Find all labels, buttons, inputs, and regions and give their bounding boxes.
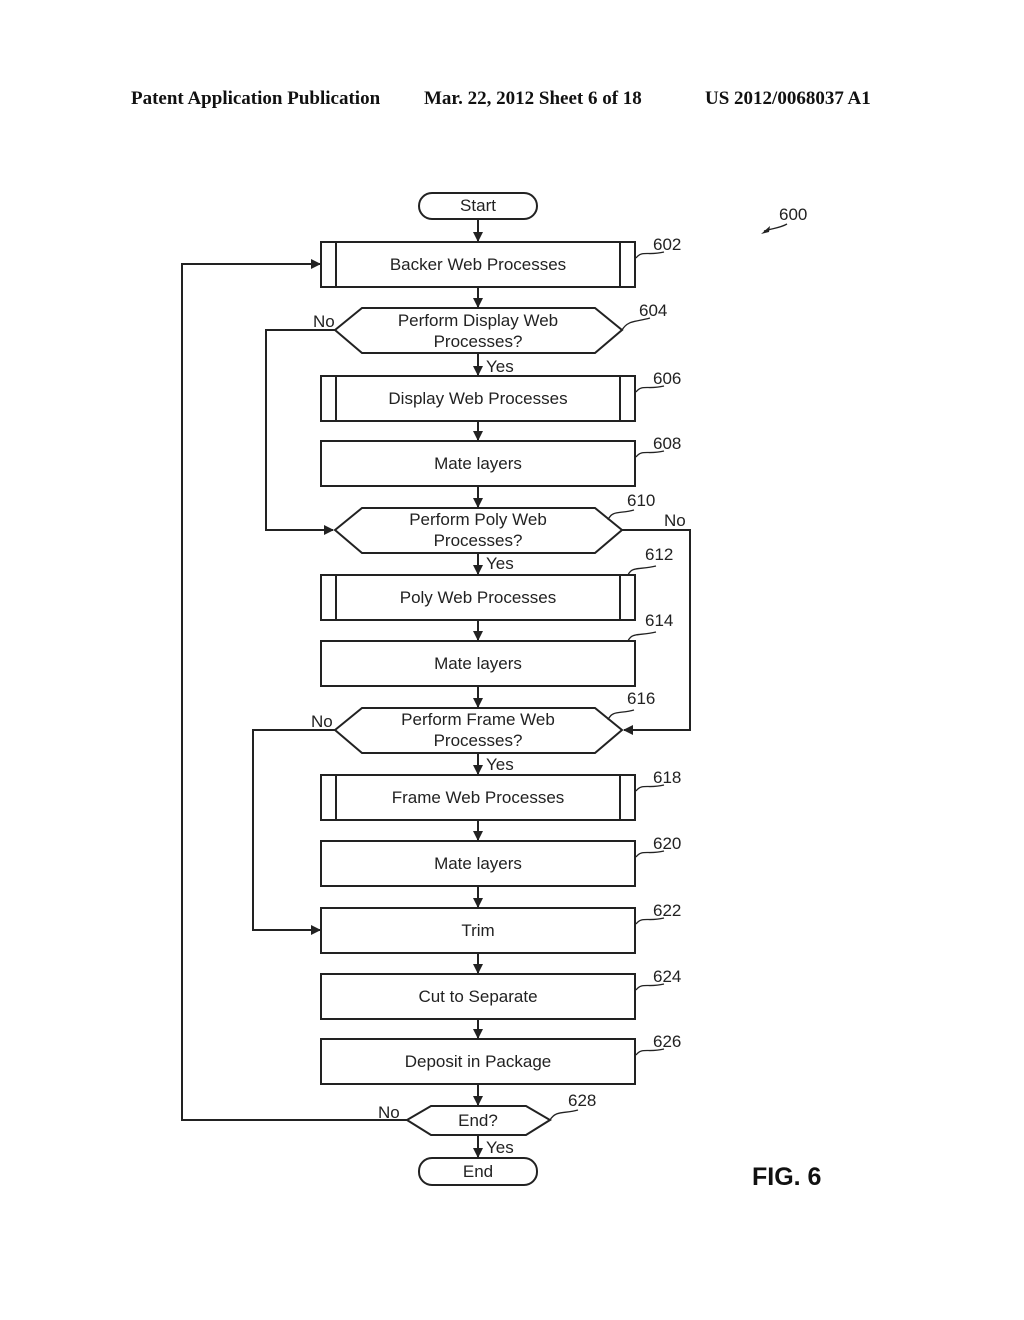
label-604-no: No	[313, 312, 335, 331]
ref-620: 620	[653, 834, 681, 853]
process-622-trim: Trim	[320, 907, 636, 954]
label-604-yes: Yes	[486, 357, 514, 376]
end-terminal: End	[418, 1157, 538, 1186]
process-618-label: Frame Web Processes	[392, 788, 565, 807]
ref-612: 612	[645, 545, 673, 564]
process-620-mate-layers: Mate layers	[320, 840, 636, 887]
ref-618: 618	[653, 768, 681, 787]
ref-628: 628	[568, 1091, 596, 1110]
leader-616	[607, 709, 635, 721]
decision-604-line1: Perform Display Web	[398, 311, 558, 330]
label-610-yes: Yes	[486, 554, 514, 573]
process-606-label: Display Web Processes	[388, 389, 567, 408]
process-606-display-web: Display Web Processes	[320, 375, 636, 422]
ref-600-arrowhead-icon	[761, 226, 770, 234]
ref-606: 606	[653, 369, 681, 388]
label-616-yes: Yes	[486, 755, 514, 774]
ref-610: 610	[627, 491, 655, 510]
process-612-poly-web: Poly Web Processes	[320, 574, 636, 621]
decision-604-line2: Processes?	[434, 332, 523, 351]
process-612-label: Poly Web Processes	[400, 588, 557, 607]
process-614-mate-layers: Mate layers	[320, 640, 636, 687]
leader-612	[627, 565, 657, 576]
decision-616-line1: Perform Frame Web	[401, 710, 555, 729]
leader-614	[627, 631, 657, 642]
figure-label: FIG. 6	[752, 1163, 821, 1191]
process-602-backer-web: Backer Web Processes	[320, 241, 636, 288]
process-620-label: Mate layers	[434, 854, 522, 873]
decision-628-label: End?	[458, 1111, 498, 1130]
process-626-deposit-in-package: Deposit in Package	[320, 1038, 636, 1085]
ref-626: 626	[653, 1032, 681, 1051]
process-622-label: Trim	[461, 921, 494, 940]
label-616-no: No	[311, 712, 333, 731]
process-624-label: Cut to Separate	[418, 987, 537, 1006]
process-626-label: Deposit in Package	[405, 1052, 551, 1071]
ref-604: 604	[639, 301, 667, 320]
label-610-no: No	[664, 511, 686, 530]
process-624-cut-to-separate: Cut to Separate	[320, 973, 636, 1020]
process-618-frame-web: Frame Web Processes	[320, 774, 636, 821]
process-602-label: Backer Web Processes	[390, 255, 566, 274]
ref-600: 600	[779, 205, 807, 224]
process-608-mate-layers: Mate layers	[320, 440, 636, 487]
ref-616: 616	[627, 689, 655, 708]
decision-610-line2: Processes?	[434, 531, 523, 550]
leader-628	[549, 1109, 579, 1121]
decision-616-frame-web: Perform Frame Web Processes?	[333, 707, 624, 754]
ref-608: 608	[653, 434, 681, 453]
decision-628-end: End?	[405, 1105, 552, 1136]
start-label: Start	[460, 196, 496, 215]
decision-610-poly-web: Perform Poly Web Processes?	[333, 507, 624, 554]
flowchart: Start Backer Web Processes Perform Displ…	[181, 192, 821, 1191]
arrow-604-no-to-610	[265, 329, 335, 535]
arrow-616-no-to-622	[252, 729, 335, 935]
figure-reference: 600	[761, 205, 807, 234]
ref-602: 602	[653, 235, 681, 254]
decision-610-line1: Perform Poly Web	[409, 510, 547, 529]
end-label: End	[463, 1162, 493, 1181]
start-terminal: Start	[418, 192, 538, 220]
ref-622: 622	[653, 901, 681, 920]
process-614-label: Mate layers	[434, 654, 522, 673]
ref-614: 614	[645, 611, 673, 630]
ref-624: 624	[653, 967, 681, 986]
decision-616-line2: Processes?	[434, 731, 523, 750]
leader-610	[607, 509, 635, 521]
label-628-no: No	[378, 1103, 400, 1122]
decision-604-display-web: Perform Display Web Processes?	[333, 307, 624, 354]
process-608-label: Mate layers	[434, 454, 522, 473]
label-628-yes: Yes	[486, 1138, 514, 1157]
